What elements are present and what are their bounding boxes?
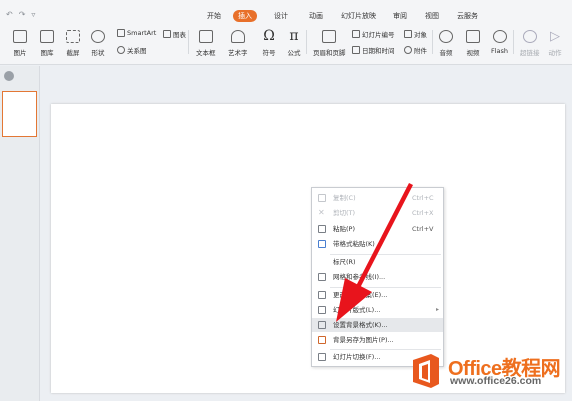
ribbon-tabs: 开始 插入 设计 动画 幻灯片放映 审阅 视图 云服务	[0, 10, 572, 24]
chart-button[interactable]: 图表	[163, 29, 186, 39]
color-scheme-icon	[318, 291, 326, 299]
grid-icon	[318, 273, 326, 281]
office-logo-icon	[413, 354, 439, 388]
picture-icon	[13, 30, 27, 43]
toolbar-divider	[432, 30, 433, 54]
paste-icon	[318, 225, 326, 233]
background-format-icon	[318, 321, 326, 329]
wordart-button[interactable]: 艺术字	[228, 30, 248, 57]
menu-item-ruler[interactable]: 标尺(R)	[312, 255, 443, 269]
toolbar-divider	[513, 30, 514, 54]
menu-item-save-background[interactable]: 背景另存为图片(P)...	[312, 333, 443, 347]
menu-item-background[interactable]: 设置背景格式(K)...	[312, 318, 443, 332]
submenu-arrow-icon: ▸	[436, 306, 440, 313]
paste-format-icon	[318, 240, 326, 248]
link-icon	[522, 30, 537, 43]
menu-item-cut[interactable]: ✕ 剪切(T) Ctrl+X	[312, 206, 443, 220]
shape-button[interactable]: 形状	[91, 30, 105, 57]
textbox-button[interactable]: 文本框	[196, 30, 216, 57]
tab-animation[interactable]: 动画	[309, 10, 323, 22]
smartart-icon	[117, 29, 125, 37]
formula-button[interactable]: π 公式	[287, 28, 301, 57]
slide-number-icon	[352, 30, 360, 38]
tab-design[interactable]: 设计	[274, 10, 288, 22]
ribbon: ↶ ↷ ▿ 开始 插入 设计 动画 幻灯片放映 审阅 视图 云服务 图片 图库 …	[0, 0, 572, 65]
menu-item-copy[interactable]: 复制(C) Ctrl+C	[312, 191, 443, 205]
menu-item-paste[interactable]: 粘贴(P) Ctrl+V	[312, 222, 443, 236]
transition-icon	[318, 353, 326, 361]
audio-button[interactable]: 音频	[439, 30, 453, 57]
attachment-button[interactable]: 附件	[404, 45, 427, 55]
tab-slideshow[interactable]: 幻灯片放映	[341, 10, 376, 22]
context-menu: 复制(C) Ctrl+C ✕ 剪切(T) Ctrl+X 粘贴(P) Ctrl+V…	[311, 187, 444, 367]
gallery-icon	[40, 30, 54, 43]
wordart-icon	[230, 30, 245, 43]
layout-icon	[318, 306, 326, 314]
relation-icon	[117, 46, 125, 54]
flash-button[interactable]: Flash	[491, 30, 508, 55]
menu-item-paste-format[interactable]: 带格式粘贴(K)	[312, 237, 443, 251]
insert-toolbar: 图片 图库 截屏 形状 SmartArt 图表 关系图 文本框 艺术字 Ω 符号…	[0, 27, 572, 59]
object-button[interactable]: 对象	[404, 29, 427, 39]
save-image-icon	[318, 336, 326, 344]
chart-icon	[163, 30, 171, 38]
action-button[interactable]: ▷ 动作	[548, 30, 562, 57]
screenshot-icon	[66, 30, 80, 43]
slide-number-button[interactable]: 幻灯片编号	[352, 29, 395, 39]
tab-cloud[interactable]: 云服务	[457, 10, 478, 22]
shape-icon	[91, 30, 105, 43]
hyperlink-button[interactable]: 超链接	[520, 30, 540, 57]
tab-review[interactable]: 审阅	[393, 10, 407, 22]
omega-icon: Ω	[263, 28, 275, 44]
datetime-button[interactable]: 日期和时间	[352, 45, 395, 55]
object-icon	[404, 30, 412, 38]
header-footer-icon	[322, 30, 337, 43]
tab-insert[interactable]: 插入	[233, 10, 257, 22]
smartart-button[interactable]: SmartArt	[117, 29, 156, 37]
copy-icon	[318, 194, 326, 202]
toolbar-divider	[306, 30, 307, 54]
video-icon	[466, 30, 480, 43]
pi-icon: π	[289, 28, 299, 44]
textbox-icon	[198, 30, 213, 43]
play-icon: ▷	[550, 29, 560, 44]
slide-canvas[interactable]	[51, 104, 565, 393]
calendar-icon	[352, 46, 360, 54]
screenshot-button[interactable]: 截屏	[66, 30, 80, 57]
slide-thumbnail[interactable]	[2, 91, 37, 137]
tab-view[interactable]: 视图	[425, 10, 439, 22]
flash-icon	[492, 30, 507, 43]
symbol-button[interactable]: Ω 符号	[262, 28, 276, 57]
tab-home[interactable]: 开始	[207, 10, 221, 22]
relation-button[interactable]: 关系图	[117, 45, 147, 55]
scissors-icon: ✕	[318, 208, 325, 217]
watermark-url: www.office26.com	[450, 375, 542, 387]
toolbar-divider	[188, 30, 189, 54]
gallery-button[interactable]: 图库	[40, 30, 54, 57]
panel-toggle-icon[interactable]	[4, 71, 14, 81]
speaker-icon	[439, 30, 453, 43]
paperclip-icon	[404, 46, 412, 54]
header-footer-button[interactable]: 页眉和页脚	[313, 30, 346, 57]
picture-button[interactable]: 图片	[13, 30, 27, 57]
menu-item-color-scheme[interactable]: 更改配色方案(E)...	[312, 288, 443, 302]
menu-item-grid[interactable]: 网格和参考线(I)...	[312, 270, 443, 284]
menu-item-layout[interactable]: 幻灯片版式(L)... ▸	[312, 303, 443, 317]
video-button[interactable]: 视频	[466, 30, 480, 57]
